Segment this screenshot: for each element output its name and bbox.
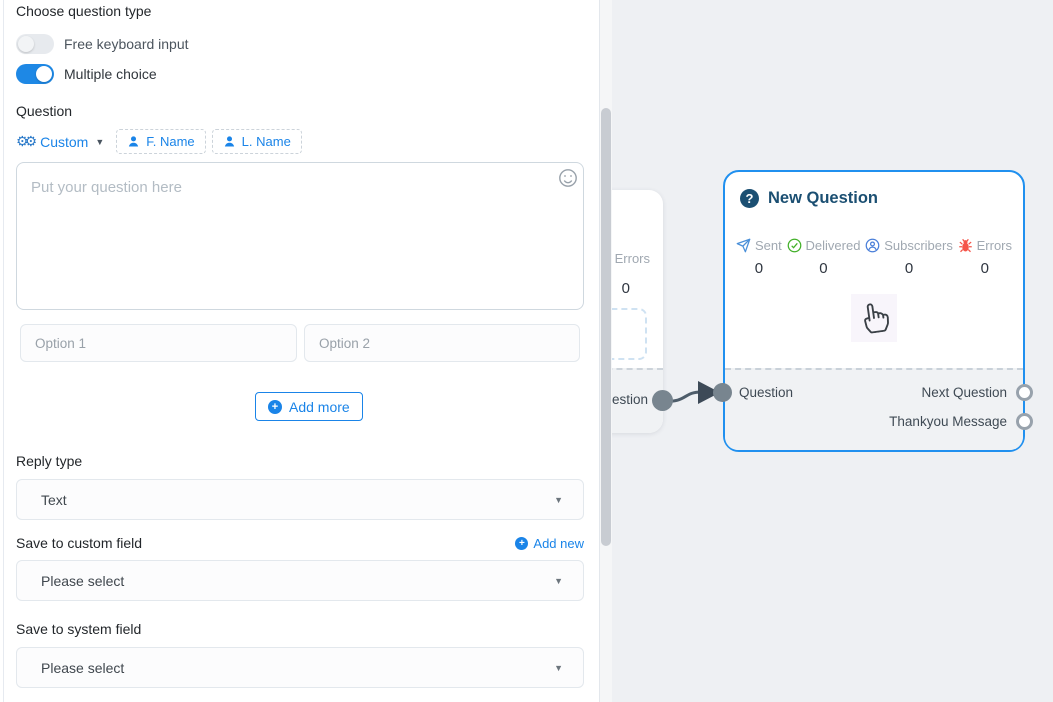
option-2-input[interactable] xyxy=(304,324,580,362)
question-mark-icon: ? xyxy=(740,189,759,208)
multiple-choice-label: Multiple choice xyxy=(64,66,157,82)
partial-node-errors-value: 0 xyxy=(622,280,630,297)
tag-label: F. Name xyxy=(146,134,194,149)
save-custom-field-heading: Save to custom field xyxy=(16,535,142,551)
stat-value: 0 xyxy=(819,260,827,277)
subscribers-icon xyxy=(865,238,880,253)
option-1-input[interactable] xyxy=(20,324,297,362)
question-type-heading: Choose question type xyxy=(16,3,151,19)
output-next-question-label: Next Question xyxy=(921,385,1007,400)
output-thankyou-message-label: Thankyou Message xyxy=(889,414,1007,429)
hand-cursor-icon xyxy=(851,294,897,342)
save-system-field-heading: Save to system field xyxy=(16,621,141,637)
stat-value: 0 xyxy=(905,260,913,277)
free-keyboard-toggle[interactable] xyxy=(16,34,54,54)
stat-value: 0 xyxy=(981,260,989,277)
stat-delivered: Delivered 0 xyxy=(787,238,861,277)
chevron-down-icon: ▼ xyxy=(95,137,104,147)
stat-label: Delivered xyxy=(806,238,861,253)
person-icon xyxy=(223,135,236,148)
first-name-tag-button[interactable]: F. Name xyxy=(116,129,205,154)
input-connector-label: Question xyxy=(739,385,793,400)
question-input-connector[interactable] xyxy=(713,383,732,402)
add-more-label: Add more xyxy=(289,399,350,415)
reply-type-heading: Reply type xyxy=(16,453,82,469)
save-custom-field-value: Please select xyxy=(41,573,124,589)
custom-fields-dropdown-button[interactable]: ⚙︎⚙︎ Custom ▼ xyxy=(16,133,104,150)
reply-type-value: Text xyxy=(41,492,67,508)
save-system-field-select[interactable]: Please select ▼ xyxy=(16,647,584,688)
toggle-knob xyxy=(18,36,34,52)
person-icon xyxy=(127,135,140,148)
panel-scrollbar-thumb[interactable] xyxy=(601,108,611,546)
reply-type-select[interactable]: Text ▼ xyxy=(16,479,584,520)
question-config-panel: Choose question type Free keyboard input… xyxy=(0,0,600,702)
plus-icon: + xyxy=(515,537,528,550)
emoji-picker-button[interactable] xyxy=(558,168,578,188)
send-icon xyxy=(736,238,751,253)
save-system-field-value: Please select xyxy=(41,660,124,676)
chevron-down-icon: ▼ xyxy=(554,495,563,505)
add-more-option-button[interactable]: + Add more xyxy=(255,392,363,421)
stat-label: Sent xyxy=(755,238,782,253)
plus-icon: + xyxy=(268,400,282,414)
stat-value: 0 xyxy=(755,260,763,277)
stat-sent: Sent 0 xyxy=(736,238,782,277)
free-keyboard-label: Free keyboard input xyxy=(64,36,189,52)
errors-bug-icon xyxy=(958,238,973,253)
partial-node-errors-label: Errors xyxy=(615,251,650,266)
multiple-choice-toggle[interactable] xyxy=(16,64,54,84)
smiley-icon xyxy=(558,168,578,188)
node-stats-row: Sent 0 Delivered 0 Subscribers 0 xyxy=(725,238,1023,277)
last-name-tag-button[interactable]: L. Name xyxy=(212,129,302,154)
delivered-icon xyxy=(787,238,802,253)
toggle-knob xyxy=(36,66,52,82)
next-question-output-connector[interactable] xyxy=(1016,384,1033,401)
tag-label: L. Name xyxy=(242,134,291,149)
source-output-connector[interactable] xyxy=(652,390,673,411)
add-new-label: Add new xyxy=(533,536,584,551)
custom-button-label: Custom xyxy=(40,134,88,150)
add-new-custom-field-button[interactable]: + Add new xyxy=(515,536,584,551)
node-title: New Question xyxy=(768,189,878,208)
node-footer: Question Next Question Thankyou Message xyxy=(725,368,1023,450)
panel-scrollbar-track[interactable] xyxy=(600,0,612,702)
new-question-node[interactable]: ? New Question Sent 0 Delivered 0 xyxy=(723,170,1025,452)
merge-tag-toolbar: ⚙︎⚙︎ Custom ▼ F. Name L. Name xyxy=(16,128,308,155)
gears-icon: ⚙︎⚙︎ xyxy=(16,133,33,150)
thankyou-message-output-connector[interactable] xyxy=(1016,413,1033,430)
chevron-down-icon: ▼ xyxy=(554,576,563,586)
stat-label: Errors xyxy=(977,238,1012,253)
question-heading: Question xyxy=(16,103,72,119)
question-text-input[interactable] xyxy=(16,162,584,310)
save-custom-field-select[interactable]: Please select ▼ xyxy=(16,560,584,601)
stat-subscribers: Subscribers 0 xyxy=(865,238,953,277)
chevron-down-icon: ▼ xyxy=(554,663,563,673)
stat-label: Subscribers xyxy=(884,238,953,253)
stat-errors: Errors 0 xyxy=(958,238,1012,277)
